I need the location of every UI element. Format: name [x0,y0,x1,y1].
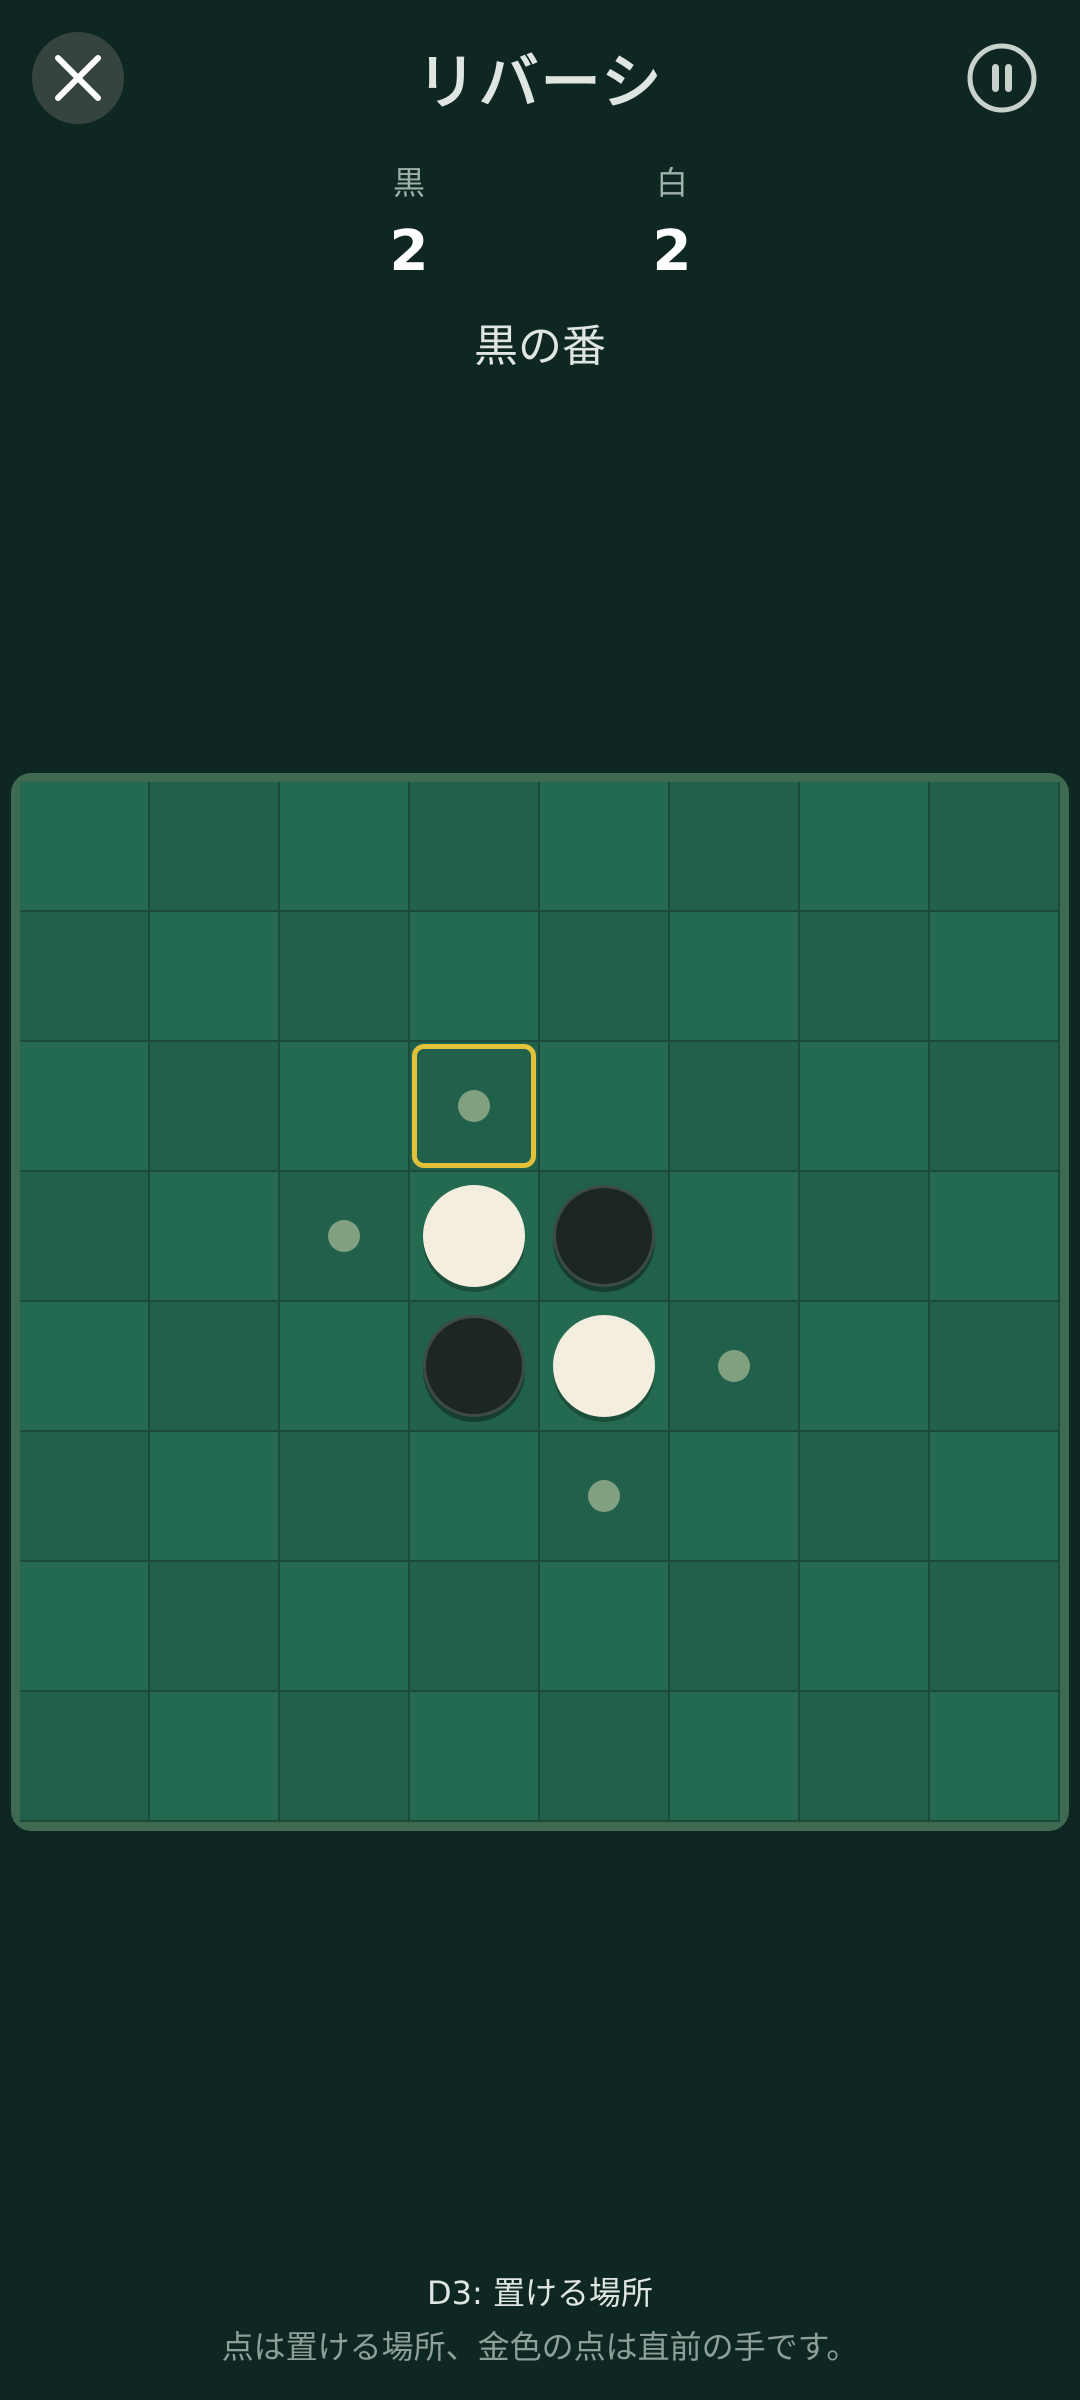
hint-text: 点は置ける場所、金色の点は直前の手です。 [221,2328,859,2366]
board-cell-c8[interactable] [280,1692,410,1822]
board-cell-e1[interactable] [540,782,670,912]
board-cell-e8[interactable] [540,1692,670,1822]
board-cell-c1[interactable] [280,782,410,912]
board-cell-d6[interactable] [410,1432,540,1562]
board-cell-e7[interactable] [540,1562,670,1692]
page-title: リバーシ [416,48,664,118]
board-cell-h2[interactable] [930,912,1060,1042]
score-black: 黒 2 [329,160,489,284]
board-cell-f2[interactable] [670,912,800,1042]
board-cell-c6[interactable] [280,1432,410,1562]
board-cell-a7[interactable] [20,1562,150,1692]
board-cell-b5[interactable] [150,1302,280,1432]
white-disc [423,1185,525,1287]
board-cell-c4[interactable] [280,1172,410,1302]
board-cell-e4[interactable] [540,1172,670,1302]
board-cell-a2[interactable] [20,912,150,1042]
board-cell-c3[interactable] [280,1042,410,1172]
board-cell-h8[interactable] [930,1692,1060,1822]
board-cell-b7[interactable] [150,1562,280,1692]
board-cell-c7[interactable] [280,1562,410,1692]
board-cell-a3[interactable] [20,1042,150,1172]
board-cell-b2[interactable] [150,912,280,1042]
board-cell-h7[interactable] [930,1562,1060,1692]
board-cell-c2[interactable] [280,912,410,1042]
board-cell-d3[interactable] [410,1042,540,1172]
board-cell-f3[interactable] [670,1042,800,1172]
board-cell-a6[interactable] [20,1432,150,1562]
pause-icon [967,43,1037,113]
board-cell-b1[interactable] [150,782,280,912]
black-disc [553,1185,655,1287]
last-move-highlight [412,1044,536,1168]
board-cell-a5[interactable] [20,1302,150,1432]
game-board[interactable] [20,782,1060,1822]
board-cell-g8[interactable] [800,1692,930,1822]
selected-cell-info: D3: 置ける場所 [427,2274,653,2312]
board-cell-c5[interactable] [280,1302,410,1432]
pause-button[interactable] [966,42,1038,114]
board-cell-d5[interactable] [410,1302,540,1432]
board-cell-e3[interactable] [540,1042,670,1172]
board-cell-a8[interactable] [20,1692,150,1822]
board-cell-d1[interactable] [410,782,540,912]
board-cell-f5[interactable] [670,1302,800,1432]
board-cell-g7[interactable] [800,1562,930,1692]
board-cell-f8[interactable] [670,1692,800,1822]
black-disc [423,1315,525,1417]
board-cell-h6[interactable] [930,1432,1060,1562]
board-cell-h5[interactable] [930,1302,1060,1432]
board-cell-b4[interactable] [150,1172,280,1302]
board-cell-g4[interactable] [800,1172,930,1302]
board-cell-a4[interactable] [20,1172,150,1302]
board-cell-d7[interactable] [410,1562,540,1692]
score-white-label: 白 [655,164,688,202]
board-cell-h1[interactable] [930,782,1060,912]
board-cell-e6[interactable] [540,1432,670,1562]
board-cell-d4[interactable] [410,1172,540,1302]
board-cell-a1[interactable] [20,782,150,912]
board-cell-e2[interactable] [540,912,670,1042]
score-white-value: 2 [652,219,692,284]
score-white: 白 2 [592,160,752,284]
board-cell-b3[interactable] [150,1042,280,1172]
legal-move-dot [718,1350,750,1382]
score-black-label: 黒 [392,164,425,202]
board-cell-g6[interactable] [800,1432,930,1562]
board-cell-g3[interactable] [800,1042,930,1172]
board-cell-b6[interactable] [150,1432,280,1562]
score-black-value: 2 [389,219,429,284]
board-cell-e5[interactable] [540,1302,670,1432]
board-cell-b8[interactable] [150,1692,280,1822]
board-cell-g2[interactable] [800,912,930,1042]
board-cell-d8[interactable] [410,1692,540,1822]
board-cell-h4[interactable] [930,1172,1060,1302]
board-cell-f7[interactable] [670,1562,800,1692]
board-cell-d2[interactable] [410,912,540,1042]
white-disc [553,1315,655,1417]
board-cell-g1[interactable] [800,782,930,912]
board-cell-h3[interactable] [930,1042,1060,1172]
board-cell-f4[interactable] [670,1172,800,1302]
board-cell-f1[interactable] [670,782,800,912]
turn-indicator: 黒の番 [474,321,606,372]
board-cell-f6[interactable] [670,1432,800,1562]
board-cell-g5[interactable] [800,1302,930,1432]
legal-move-dot [588,1480,620,1512]
legal-move-dot [328,1220,360,1252]
